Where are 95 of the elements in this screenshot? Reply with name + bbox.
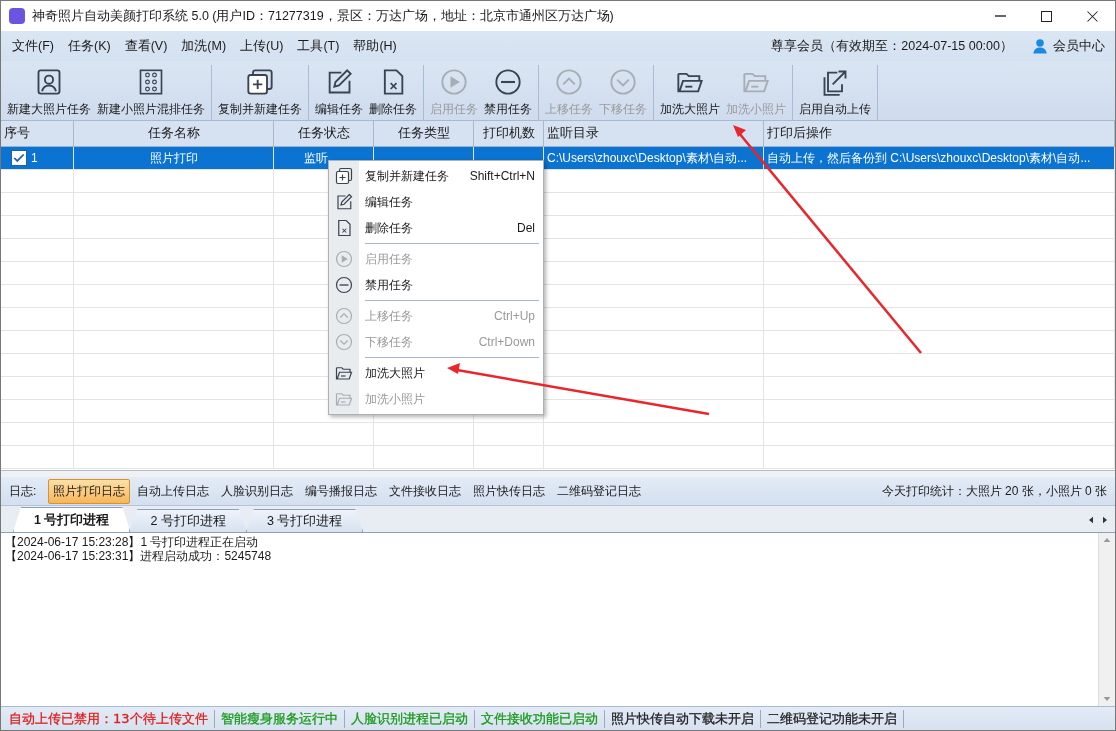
down-icon xyxy=(335,333,353,351)
menu-item[interactable]: 工具(T) xyxy=(290,37,347,55)
column-header[interactable]: 任务类型 xyxy=(374,121,474,146)
toolbar-button[interactable]: 新建大照片任务 xyxy=(4,65,94,120)
portrait-icon xyxy=(35,68,63,96)
column-header[interactable]: 任务名称 xyxy=(74,121,274,146)
row-checkbox[interactable] xyxy=(11,150,27,166)
column-header[interactable]: 打印后操作 xyxy=(764,121,1115,146)
scroll-up-icon[interactable] xyxy=(1103,536,1111,544)
column-header[interactable]: 序号 xyxy=(1,121,74,146)
row-number: 1 xyxy=(31,151,38,165)
minus-circle-icon xyxy=(335,276,353,294)
scroll-right-icon[interactable] xyxy=(1101,515,1109,525)
log-line: 【2024-06-17 15:23:31】进程启动成功：5245748 xyxy=(5,549,273,563)
menu-item-label: 上移任务 xyxy=(365,307,414,325)
table-cell: 自动上传，然后备份到 C:\Users\zhouxc\Desktop\素材\自动... xyxy=(764,147,1115,169)
column-header[interactable]: 任务状态 xyxy=(274,121,374,146)
log-tab[interactable]: 照片快传日志 xyxy=(468,478,551,504)
log-tab[interactable]: 文件接收日志 xyxy=(384,478,467,504)
menu-item[interactable]: 删除任务 Del xyxy=(329,215,543,241)
down-icon xyxy=(609,68,637,96)
status-item: 二维码登记功能未开启 xyxy=(760,709,904,728)
log-tab[interactable]: 人脸识别日志 xyxy=(216,478,299,504)
menu-item[interactable]: 编辑任务 xyxy=(329,189,543,215)
share-icon xyxy=(821,68,849,96)
copy-plus-icon xyxy=(246,68,274,96)
people-grid-icon xyxy=(137,68,165,96)
toolbar-button[interactable]: 删除任务 xyxy=(366,65,420,120)
log-tab[interactable]: 编号播报日志 xyxy=(300,478,383,504)
up-icon xyxy=(335,307,353,325)
log-tab[interactable]: 自动上传日志 xyxy=(132,478,215,504)
menu-item[interactable]: 任务(K) xyxy=(60,37,118,55)
menu-item[interactable]: 查看(V) xyxy=(117,37,175,55)
menu-item[interactable]: 加洗(M) xyxy=(174,37,234,55)
copy-plus-icon xyxy=(335,167,353,185)
process-tab[interactable]: 3 号打印进程 xyxy=(245,509,364,532)
menu-item[interactable]: 上传(U) xyxy=(233,37,291,55)
menu-item-label: 复制并新建任务 xyxy=(365,167,450,185)
status-item: 照片快传自动下载未开启 xyxy=(604,709,761,728)
toolbar-button[interactable]: 禁用任务 xyxy=(481,65,535,120)
table-cell: 监听 xyxy=(304,149,328,167)
close-icon xyxy=(1086,10,1098,22)
toolbar-button[interactable]: 加洗大照片 xyxy=(657,65,723,120)
status-item: 智能瘦身服务运行中 xyxy=(214,709,345,728)
menu-item-label: 下移任务 xyxy=(365,333,414,351)
edit-icon xyxy=(335,193,353,211)
log-line: 【2024-06-17 15:23:28】1 号打印进程正在启动 xyxy=(5,535,260,549)
folder-icon xyxy=(335,364,353,382)
folder-icon xyxy=(335,390,353,408)
status-item: 自动上传已禁用：13个待上传文件 xyxy=(3,709,215,728)
user-icon xyxy=(1031,37,1049,55)
checkmark-icon xyxy=(12,151,26,165)
menu-item[interactable]: 加洗大照片 xyxy=(329,360,543,386)
menu-item-label: 加洗大照片 xyxy=(365,364,426,382)
membership-text: 尊享会员（有效期至：2024-07-15 00:00） xyxy=(771,37,1013,55)
log-label: 日志: xyxy=(9,482,37,500)
app-logo-icon xyxy=(9,8,25,24)
toolbar-button[interactable]: 编辑任务 xyxy=(312,65,366,120)
table-cell: 照片打印 xyxy=(74,147,274,169)
maximize-icon xyxy=(1040,10,1052,22)
shortcut-text: Ctrl+Up xyxy=(494,309,535,323)
status-item: 人脸识别进程已启动 xyxy=(344,709,475,728)
up-icon xyxy=(555,68,583,96)
scrollbar[interactable] xyxy=(1098,533,1115,706)
process-tab[interactable]: 2 号打印进程 xyxy=(129,509,247,532)
shortcut-text: Shift+Ctrl+N xyxy=(469,169,535,183)
shortcut-text: Ctrl+Down xyxy=(478,335,535,349)
scroll-down-icon[interactable] xyxy=(1103,695,1111,703)
column-header[interactable]: 打印机数 xyxy=(474,121,544,146)
print-stats: 今天打印统计：大照片 20 张，小照片 0 张 xyxy=(881,482,1107,500)
toolbar-button[interactable]: 启用自动上传 xyxy=(796,65,874,120)
log-tab[interactable]: 照片打印日志 xyxy=(48,478,131,504)
minus-circle-icon xyxy=(494,68,522,96)
toolbar-button[interactable]: 复制并新建任务 xyxy=(215,65,305,120)
shortcut-text: Del xyxy=(517,221,535,235)
menu-item-label: 删除任务 xyxy=(365,219,414,237)
status-item: 文件接收功能已启动 xyxy=(474,709,605,728)
minimize-icon xyxy=(994,15,1006,17)
menu-item-label: 加洗小照片 xyxy=(365,390,426,408)
table-row[interactable]: 1 照片打印 监听 C:\Users\zhouxc\Desktop\素材\自动... 自动上传，然后备份到 C:\Users\zhouxc\Desktop\素材\自动... xyxy=(1,147,1115,170)
play-icon xyxy=(335,250,353,268)
menu-item-label: 编辑任务 xyxy=(365,193,414,211)
play-icon xyxy=(440,68,468,96)
member-center-link[interactable]: 会员中心 xyxy=(1031,37,1105,55)
menu-item[interactable]: 文件(F) xyxy=(5,37,61,55)
delete-file-icon xyxy=(335,219,353,237)
process-tab[interactable]: 1 号打印进程 xyxy=(13,507,131,532)
toolbar-button[interactable]: 新建小照片混排任务 xyxy=(94,65,208,120)
menu-item[interactable]: 禁用任务 xyxy=(329,272,543,298)
menu-item[interactable]: 帮助(H) xyxy=(346,37,404,55)
scroll-left-icon[interactable] xyxy=(1087,515,1095,525)
log-tab[interactable]: 二维码登记日志 xyxy=(552,478,647,504)
menu-item-label: 禁用任务 xyxy=(365,276,414,294)
menu-item-label: 启用任务 xyxy=(365,250,414,268)
window-title: 神奇照片自动美颜打印系统 5.0 (用户ID：71277319，景区：万达广场，地址：北京市通州区万达广场) xyxy=(32,7,615,25)
